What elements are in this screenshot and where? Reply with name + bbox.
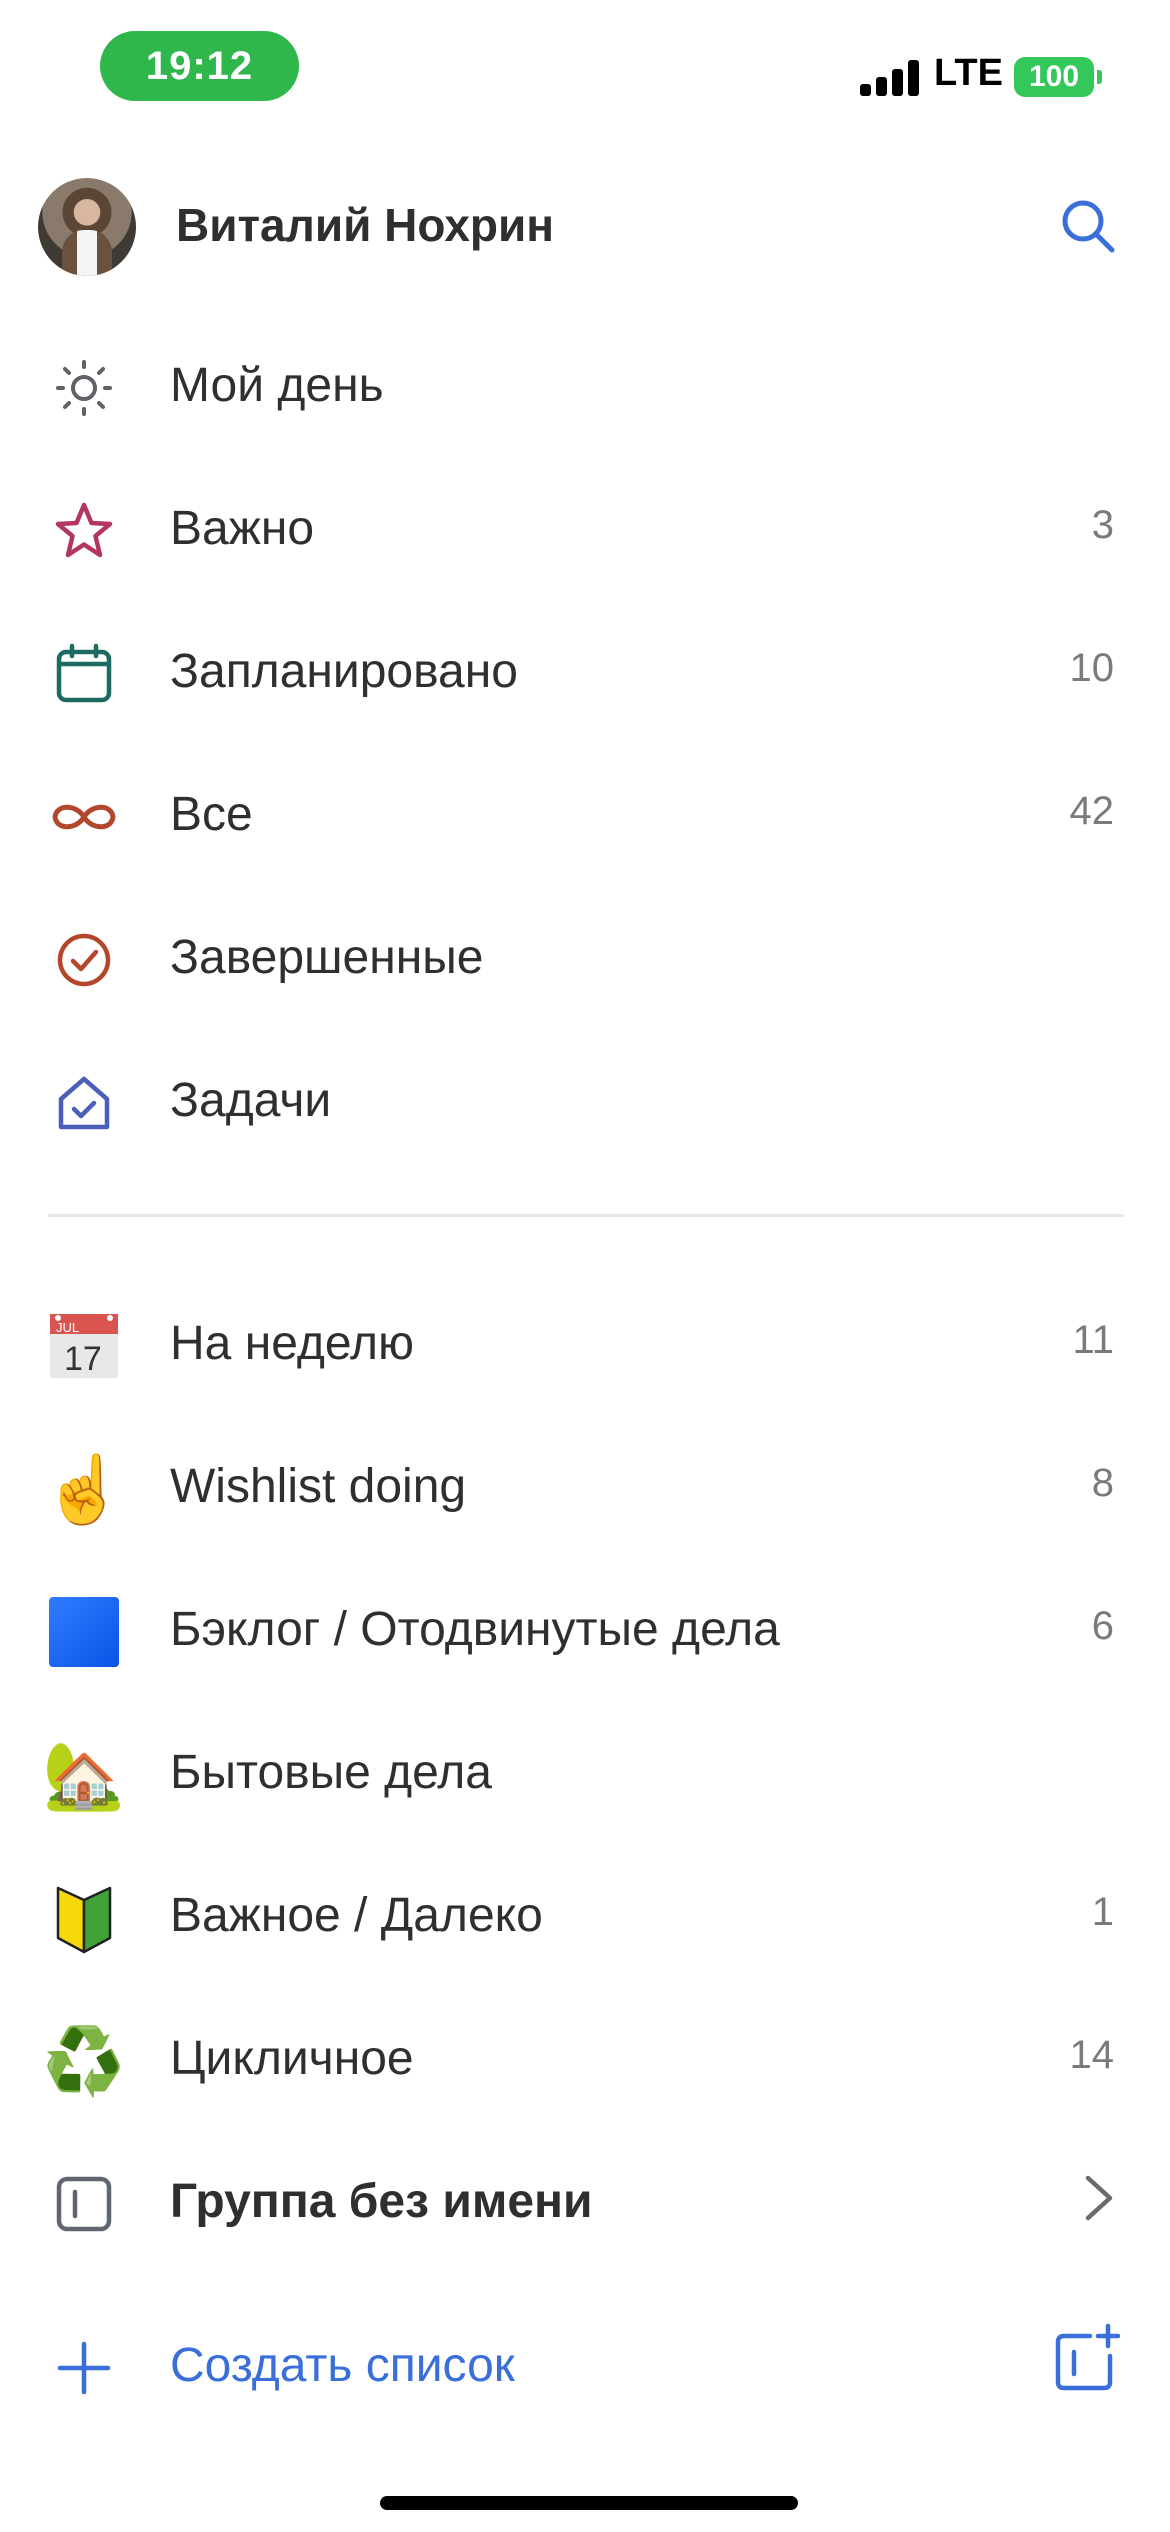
recycle-emoji-icon: ♻️ [42, 2024, 126, 2098]
list-count: 42 [1069, 789, 1115, 833]
list-count: 3 [1091, 503, 1114, 547]
avatar[interactable] [38, 178, 136, 276]
group-label: Группа без имени [170, 2175, 593, 2228]
list-label: Бэклог / Отодвинутые дела [170, 1603, 780, 1656]
list-count: 1 [1091, 1890, 1114, 1934]
plus-icon [48, 2332, 120, 2404]
calendar-day: 17 [64, 1340, 102, 1378]
infinity-icon [48, 781, 120, 853]
list-label: Завершенные [170, 931, 484, 984]
calendar-month: JUL [56, 1320, 79, 1335]
status-time: 19:12 [100, 31, 299, 101]
list-label: Важное / Далеко [170, 1889, 543, 1942]
list-item-important[interactable]: Важно 3 [0, 465, 1170, 585]
home-indicator [380, 2496, 798, 2510]
sun-icon [48, 352, 120, 424]
check-circle-icon [48, 924, 120, 996]
blue-square-emoji-icon [48, 1596, 120, 1668]
list-item-wishlist[interactable]: ☝️ Wishlist doing 8 [0, 1423, 1170, 1543]
list-item-week[interactable]: JUL 17 На неделю 11 [0, 1280, 1170, 1400]
list-item-completed[interactable]: Завершенные [0, 894, 1170, 1014]
home-check-icon [48, 1067, 120, 1139]
list-label: Важно [170, 502, 315, 555]
star-icon [48, 495, 120, 567]
list-item-backlog[interactable]: Бэклог / Отодвинутые дела 6 [0, 1566, 1170, 1686]
calendar-icon [48, 638, 120, 710]
list-count: 6 [1091, 1604, 1114, 1648]
list-label: Wishlist doing [170, 1460, 467, 1513]
list-item-planned[interactable]: Запланировано 10 [0, 608, 1170, 728]
battery-cap [1097, 70, 1102, 84]
search-icon[interactable] [1058, 196, 1118, 256]
list-item-my-day[interactable]: Мой день [0, 322, 1170, 442]
battery-icon: 100 [1014, 57, 1094, 97]
profile-name[interactable]: Виталий Нохрин [176, 198, 554, 252]
pointing-up-emoji-icon: ☝️ [42, 1452, 126, 1526]
list-count: 10 [1069, 646, 1115, 690]
battery-level: 100 [1028, 60, 1080, 93]
create-list-label: Создать список [170, 2339, 515, 2392]
group-icon [48, 2168, 120, 2240]
list-label: Все [170, 788, 253, 841]
list-label: Запланировано [170, 645, 518, 698]
new-group-icon[interactable] [1050, 2322, 1122, 2394]
list-count: 11 [1072, 1318, 1114, 1362]
section-divider [48, 1214, 1124, 1217]
create-list-button[interactable]: Создать список [0, 2302, 1170, 2422]
profile-header[interactable]: Виталий Нохрин [0, 170, 1170, 282]
list-label: Бытовые дела [170, 1746, 492, 1799]
list-count: 14 [1069, 2033, 1115, 2077]
list-item-all[interactable]: Все 42 [0, 751, 1170, 871]
list-count: 8 [1091, 1461, 1114, 1505]
list-item-household[interactable]: 🏡 Бытовые дела [0, 1709, 1170, 1829]
list-label: На неделю [170, 1317, 414, 1370]
network-type: LTE [934, 52, 1003, 94]
status-bar: 19:12 LTE 100 [0, 0, 1170, 140]
blue-square-emoji [49, 1597, 119, 1667]
list-label: Цикличное [170, 2032, 414, 2085]
group-item[interactable]: Группа без имени [0, 2138, 1170, 2258]
list-item-tasks[interactable]: Задачи [0, 1037, 1170, 1157]
calendar-emoji-icon: JUL 17 [48, 1310, 120, 1382]
list-label: Мой день [170, 359, 384, 412]
list-label: Задачи [170, 1074, 332, 1127]
beginner-emoji-icon [48, 1882, 120, 1954]
list-item-important-far[interactable]: Важное / Далеко 1 [0, 1852, 1170, 1972]
chevron-right-icon[interactable] [1078, 2172, 1118, 2224]
signal-icon [860, 60, 920, 96]
list-item-cyclic[interactable]: ♻️ Цикличное 14 [0, 1995, 1170, 2115]
house-garden-emoji-icon: 🏡 [42, 1738, 126, 1812]
